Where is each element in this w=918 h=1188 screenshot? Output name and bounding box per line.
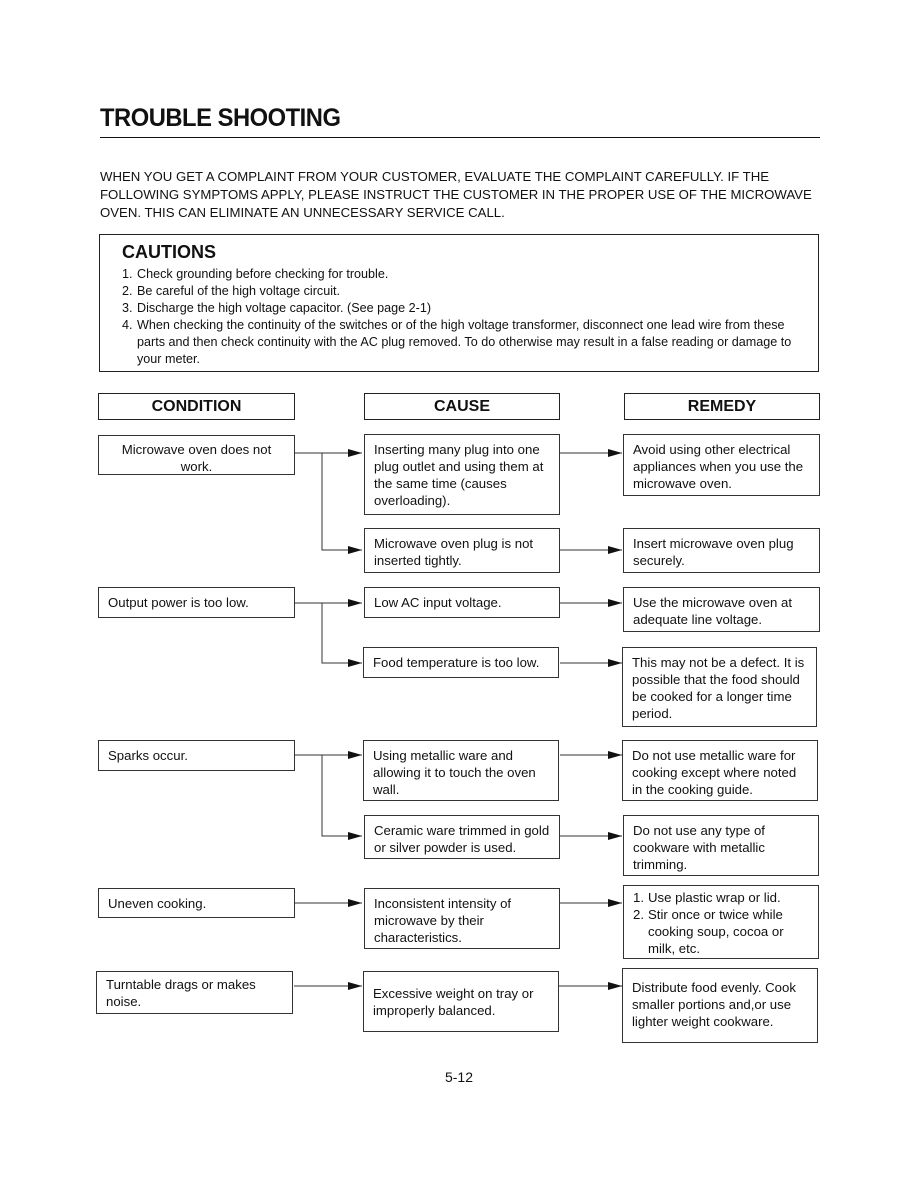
cause-box: Inserting many plug into one plug outlet… xyxy=(364,434,560,515)
cause-box: Low AC input voltage. xyxy=(364,587,560,618)
remedy-text: Use plastic wrap or lid. xyxy=(648,890,781,905)
remedy-text: Stir once or twice while cooking soup, c… xyxy=(648,907,784,956)
condition-box: Sparks occur. xyxy=(98,740,295,771)
cause-box: Microwave oven plug is not inserted tigh… xyxy=(364,528,560,573)
connector-line xyxy=(321,755,362,840)
cause-box: Ceramic ware trimmed in gold or silver p… xyxy=(364,815,560,859)
condition-box: Output power is too low. xyxy=(98,587,295,618)
cause-box: Using metallic ware and allowing it to t… xyxy=(363,740,559,801)
connector-line xyxy=(321,453,362,554)
condition-box: Microwave oven does not work. xyxy=(98,435,295,475)
remedy-box: Avoid using other electrical appliances … xyxy=(623,434,820,496)
remedy-list-item: 1. Use plastic wrap or lid. xyxy=(633,889,809,906)
remedy-box: Distribute food evenly. Cook smaller por… xyxy=(622,968,818,1043)
cause-box: Excessive weight on tray or improperly b… xyxy=(363,971,559,1032)
remedy-number: 2. xyxy=(633,907,644,922)
connector-line xyxy=(321,603,362,667)
remedy-box: 1. Use plastic wrap or lid. 2. Stir once o… xyxy=(623,885,819,959)
cause-box: Inconsistent intensity of microwave by t… xyxy=(364,888,560,949)
remedy-box: Do not use metallic ware for cooking exc… xyxy=(622,740,818,801)
cause-box: Food temperature is too low. xyxy=(363,647,559,678)
remedy-box: Insert microwave oven plug securely. xyxy=(623,528,820,573)
condition-box: Uneven cooking. xyxy=(98,888,295,918)
page-number: 5-12 xyxy=(444,1069,474,1085)
remedy-list: 1. Use plastic wrap or lid. 2. Stir once o… xyxy=(633,889,809,957)
remedy-list-item: 2. Stir once or twice while cooking soup,… xyxy=(633,906,809,957)
condition-box: Turntable drags or makes noise. xyxy=(96,971,293,1014)
remedy-box: Use the microwave oven at adequate line … xyxy=(623,587,820,632)
remedy-number: 1. xyxy=(633,890,644,905)
remedy-box: Do not use any type of cookware with met… xyxy=(623,815,819,876)
remedy-box: This may not be a defect. It is possible… xyxy=(622,647,817,727)
